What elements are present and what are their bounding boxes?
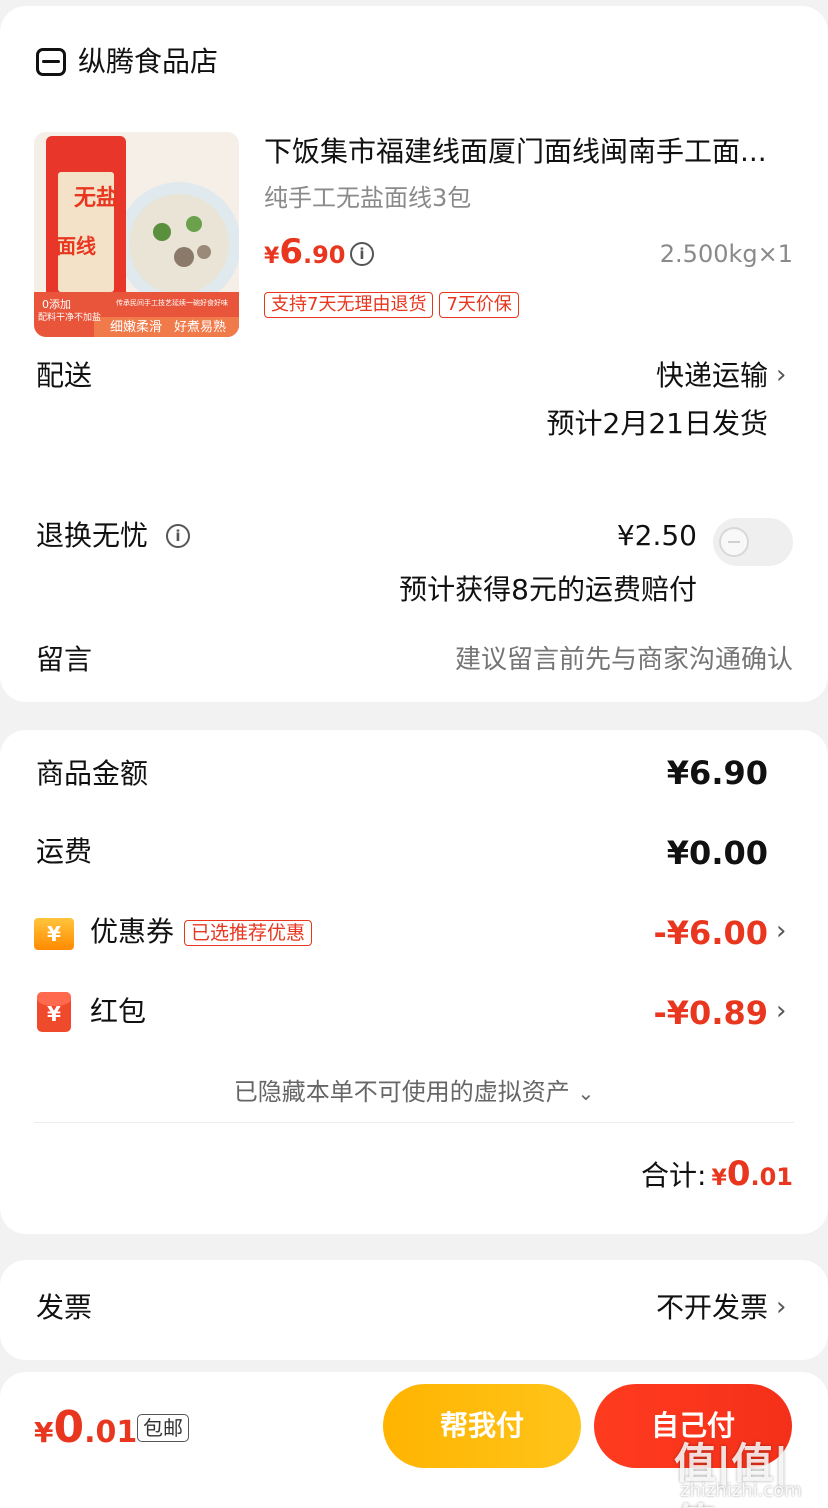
red-packet-value[interactable]: -¥0.89 (0, 994, 769, 1032)
bottom-price-dec: .01 (84, 1415, 138, 1450)
image-text-wuyan: 无盐 (74, 186, 119, 211)
summary-card: 商品金额 ¥6.90 运费 ¥0.00 ¥ 优惠券 已选推荐优惠 -¥6.00 … (0, 730, 828, 1234)
return-service-price: ¥2.50 (616, 519, 697, 552)
goods-amount-value: ¥6.90 (666, 754, 768, 792)
product-title[interactable]: 下饭集市福建线面厦门面线闽南手工面... (264, 134, 794, 170)
total-row: 合计: ¥0.01 (0, 1154, 793, 1194)
chevron-down-icon: ⌄ (577, 1081, 595, 1105)
hidden-assets-text: 已隐藏本单不可使用的虚拟资产 (233, 1078, 570, 1106)
hidden-assets-toggle[interactable]: 已隐藏本单不可使用的虚拟资产 ⌄ (0, 1072, 828, 1107)
chevron-right-icon[interactable]: › (776, 916, 786, 946)
coupon-value[interactable]: -¥6.00 (0, 914, 769, 952)
watermark-url: zhizhizhi.com (680, 1480, 802, 1501)
free-shipping-badge: 包邮 (137, 1414, 189, 1442)
total-int: 0 (726, 1154, 751, 1194)
divider (34, 1122, 794, 1123)
total-label: 合计: (640, 1159, 707, 1192)
shop-card: 纵腾食品店 无盐 面线 0添加 配料干净不加盐 传承民间手工技艺延续一碗好食好味… (0, 6, 828, 702)
shop-icon (36, 48, 66, 76)
product-image[interactable]: 无盐 面线 0添加 配料干净不加盐 传承民间手工技艺延续一碗好食好味 细嫩柔滑 … (34, 132, 239, 337)
total-dec: .01 (750, 1163, 793, 1191)
return-service-toggle[interactable] (713, 518, 793, 566)
image-badge-2: 配料干净不加盐 (38, 313, 102, 323)
tag-return: 支持7天无理由退货 (264, 292, 434, 318)
chevron-right-icon[interactable]: › (776, 360, 786, 390)
bottom-price-symbol: ¥ (34, 1416, 54, 1449)
message-label: 留言 (36, 643, 93, 676)
total-symbol: ¥ (711, 1166, 727, 1191)
delivery-method[interactable]: 快递运输 (0, 358, 768, 394)
delivery-eta: 预计2月21日发货 (546, 407, 768, 440)
product-spec[interactable]: 纯手工无盐面线3包 (264, 178, 471, 213)
chevron-right-icon[interactable]: › (776, 996, 786, 1026)
help-pay-button[interactable]: 帮我付 (383, 1384, 581, 1468)
message-input[interactable] (380, 638, 793, 682)
image-banner-small: 传承民间手工技艺延续一碗好食好味 (116, 299, 228, 307)
shipping-value: ¥0.00 (666, 834, 768, 872)
bottom-price: ¥0.01 (34, 1402, 137, 1453)
chevron-right-icon[interactable]: › (776, 1292, 786, 1322)
bottom-price-int: 0 (53, 1402, 85, 1453)
image-banner-1: 细嫩柔滑 (110, 320, 163, 335)
toggle-knob (719, 527, 749, 557)
tag-price-protect: 7天价保 (439, 292, 519, 318)
invoice-value[interactable]: 不开发票 (0, 1290, 768, 1326)
image-banner-2: 好煮易熟 (174, 320, 227, 335)
invoice-row[interactable]: 发票 不开发票 › (0, 1260, 828, 1360)
shop-name[interactable]: 纵腾食品店 (78, 44, 218, 80)
weight-qty: 2.500kg×1 (659, 240, 793, 268)
return-service-note: 预计获得8元的运费赔付 (399, 573, 697, 606)
product-tags: 支持7天无理由退货 7天价保 (264, 292, 519, 318)
